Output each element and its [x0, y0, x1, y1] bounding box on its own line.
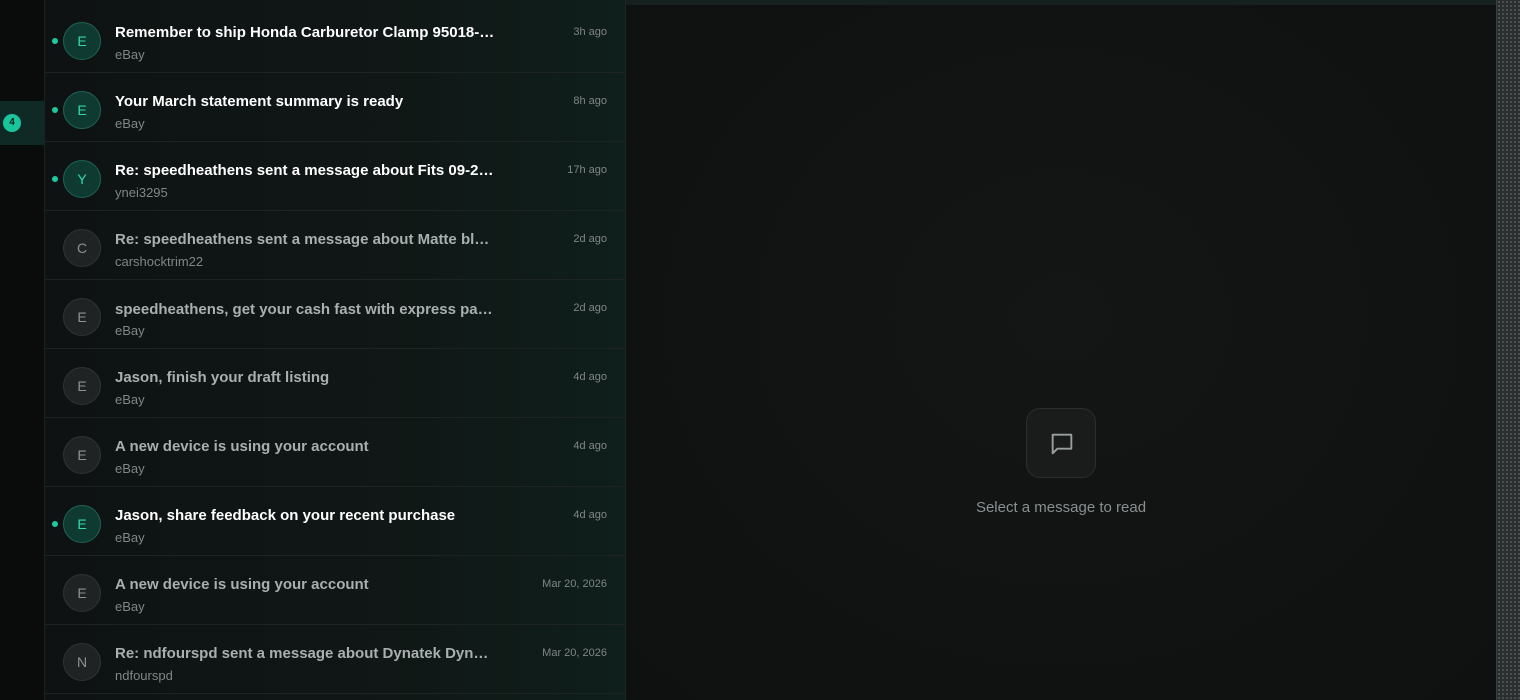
message-row[interactable]: E A new device is using your account eBay 4…	[45, 418, 625, 487]
empty-state-text: Select a message to read	[975, 499, 1147, 516]
sender-avatar: E	[63, 22, 101, 60]
reading-pane: Select a message to read	[626, 0, 1496, 700]
message-sender: eBay	[115, 47, 145, 62]
message-time: 17h ago	[567, 164, 607, 176]
message-time: 3h ago	[573, 26, 607, 38]
unread-dot	[52, 176, 58, 182]
message-row[interactable]: E A new device is using your account eBay M…	[45, 556, 625, 625]
message-sender: ynei3295	[115, 185, 168, 200]
unread-dot	[52, 38, 58, 44]
message-subject: Re: speedheathens sent a message about M…	[115, 231, 495, 248]
message-sender: carshocktrim22	[115, 254, 204, 269]
message-subject: A new device is using your account	[115, 576, 369, 593]
message-subject: Re: ndfourspd sent a message about Dynat…	[115, 645, 495, 662]
sender-avatar: E	[63, 367, 101, 405]
window-edge	[1496, 0, 1520, 700]
message-time: 4d ago	[573, 440, 607, 452]
message-time: 4d ago	[573, 509, 607, 521]
sender-avatar: E	[63, 436, 101, 474]
sender-avatar: E	[63, 574, 101, 612]
message-subject: Re: speedheathens sent a message about F…	[115, 162, 495, 179]
message-row[interactable]: E Jason, share feedback on your recent pu…	[45, 487, 625, 556]
message-row[interactable]: C Re: speedheathens sent a message about …	[45, 211, 625, 280]
message-sender: eBay	[115, 461, 145, 476]
message-time: 8h ago	[573, 95, 607, 107]
message-sender: eBay	[115, 530, 145, 545]
message-row[interactable]: E Your March statement summary is ready eB…	[45, 73, 625, 142]
message-sender: eBay	[115, 392, 145, 407]
message-row[interactable]: N Re: ndfourspd sent a message about Dyna…	[45, 625, 625, 694]
sender-avatar: Y	[63, 160, 101, 198]
message-time: 2d ago	[573, 302, 607, 314]
message-subject: speedheathens, get your cash fast with e…	[115, 301, 495, 318]
message-sender: eBay	[115, 323, 145, 338]
message-row[interactable]: Y Re: speedheathens sent a message about …	[45, 142, 625, 211]
message-subject: Jason, finish your draft listing	[115, 369, 330, 386]
sender-avatar: E	[63, 505, 101, 543]
sender-avatar: E	[63, 91, 101, 129]
message-subject: Your March statement summary is ready	[115, 93, 404, 110]
message-time: Mar 20, 2026	[542, 647, 607, 659]
message-list[interactable]: E Remember to ship Honda Carburetor Clamp…	[45, 0, 626, 700]
message-subject: Remember to ship Honda Carburetor Clamp …	[115, 24, 495, 41]
message-sender: eBay	[115, 599, 145, 614]
message-time: 4d ago	[573, 371, 607, 383]
unread-dot	[52, 521, 58, 527]
sender-avatar: N	[63, 643, 101, 681]
message-row[interactable]: E Remember to ship Honda Carburetor Clamp…	[45, 4, 625, 73]
message-sender: eBay	[115, 116, 145, 131]
sender-avatar: C	[63, 229, 101, 267]
message-subject: A new device is using your account	[115, 438, 369, 455]
message-subject: Jason, share feedback on your recent pur…	[115, 507, 456, 524]
message-row[interactable]: Espeedheathens, get your cash fast with …	[45, 280, 625, 349]
sender-avatar: E	[63, 298, 101, 336]
unread-dot	[52, 107, 58, 113]
message-square-icon	[1026, 408, 1096, 478]
message-time: 2d ago	[573, 233, 607, 245]
message-row[interactable]: E Jason, finish your draft listing eBay 4d …	[45, 349, 625, 418]
mail-app: 4 E Remember to ship Honda Carburetor Cla…	[0, 0, 1520, 700]
message-sender: ndfourspd	[115, 668, 173, 683]
unread-count-badge: 4	[3, 114, 21, 132]
message-time: Mar 20, 2026	[542, 578, 607, 590]
